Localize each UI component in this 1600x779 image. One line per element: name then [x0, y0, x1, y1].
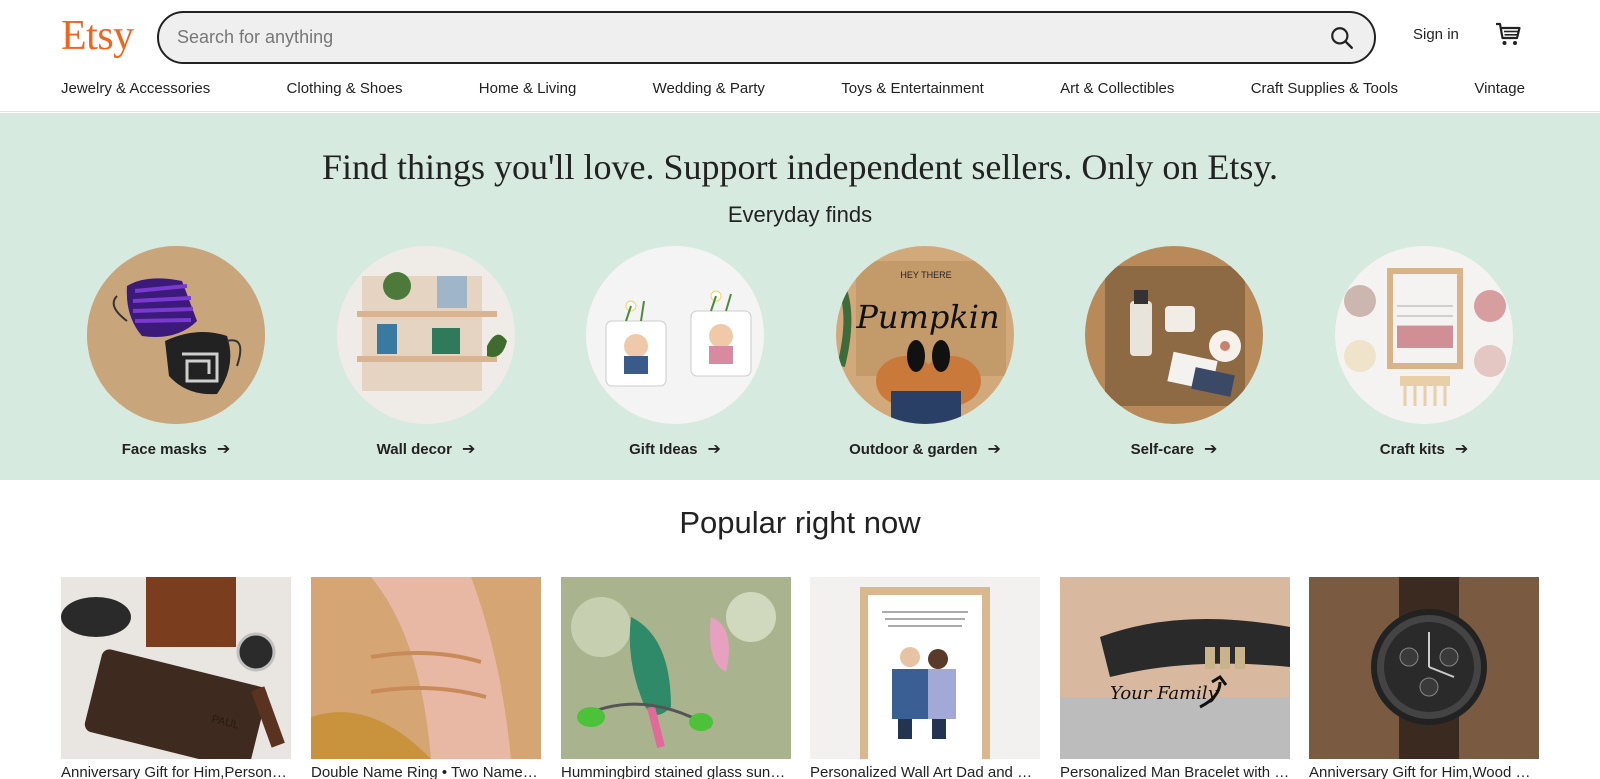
category-label: Gift Ideas: [629, 440, 698, 458]
wall-decor-image: [337, 246, 515, 424]
doormat-top-text: HEY THERE: [900, 270, 951, 280]
category-face-masks[interactable]: Face masks ➔: [86, 246, 266, 459]
hero-banner: Find things you'll love. Support indepen…: [0, 113, 1600, 480]
product-image: [810, 577, 1040, 759]
category-nav: Jewelry & Accessories Clothing & Shoes H…: [61, 80, 1525, 97]
category-self-care[interactable]: Self-care ➔: [1084, 246, 1264, 459]
face-masks-image: [87, 246, 265, 424]
cart-icon: [1496, 22, 1521, 45]
popular-title: Popular right now: [679, 505, 921, 540]
product-title: Hummingbird stained glass suncatcher: [561, 764, 791, 779]
nav-item-toys[interactable]: Toys & Entertainment: [841, 80, 984, 97]
category-label: Self-care: [1130, 440, 1194, 458]
gift-ideas-image: [586, 246, 764, 424]
arrow-right-icon: ➔: [1454, 441, 1469, 458]
arrow-right-icon: ➔: [987, 441, 1001, 458]
category-label: Face masks: [121, 440, 207, 458]
nav-item-home[interactable]: Home & Living: [479, 80, 577, 97]
category-gift-ideas[interactable]: Gift Ideas ➔: [585, 246, 765, 459]
category-wall-decor[interactable]: Wall decor ➔: [336, 246, 516, 459]
search-input[interactable]: [177, 13, 1277, 62]
search-bar[interactable]: [157, 11, 1376, 64]
nav-item-clothing[interactable]: Clothing & Shoes: [287, 80, 403, 97]
nav-item-wedding[interactable]: Wedding & Party: [653, 80, 765, 97]
search-icon: [1331, 27, 1353, 49]
arrow-right-icon: ➔: [707, 441, 721, 458]
product-image: PAUL: [61, 577, 291, 759]
product-image: [561, 577, 791, 759]
everyday-finds: Face masks ➔ Wall decor ➔ Gift Ideas ➔ H…: [0, 246, 1600, 466]
product-card[interactable]: PAUL Anniversary Gift for Him,Personaliz…: [61, 577, 291, 779]
self-care-image: [1085, 246, 1263, 424]
product-image: [1309, 577, 1539, 759]
search-button[interactable]: [1324, 20, 1360, 56]
category-craft-kits[interactable]: Craft kits ➔: [1334, 246, 1514, 459]
site-header: Etsy Sign in Jewelry & Accessories Cloth…: [0, 0, 1600, 112]
doormat-text: Pumpkin: [855, 298, 999, 336]
arrow-right-icon: ➔: [1203, 441, 1218, 458]
product-image: [311, 577, 541, 759]
product-image: Your Family: [1060, 577, 1290, 759]
nav-item-art[interactable]: Art & Collectibles: [1060, 80, 1174, 97]
cart-button[interactable]: [1494, 20, 1526, 52]
product-title: Double Name Ring • Two Name Ring: [311, 764, 541, 779]
product-card[interactable]: Anniversary Gift for Him,Wood Watch: [1309, 577, 1539, 779]
etsy-logo[interactable]: Etsy: [61, 10, 134, 62]
category-outdoor-garden[interactable]: HEY THERE Pumpkin Outdoor & garden ➔: [835, 246, 1015, 459]
craft-kits-image: [1335, 246, 1513, 424]
bracelet-text: Your Family: [1110, 683, 1219, 704]
popular-products: PAUL Anniversary Gift for Him,Personaliz…: [61, 577, 1539, 779]
category-label: Wall decor: [376, 440, 452, 458]
product-card[interactable]: Personalized Wall Art Dad and Daughter: [810, 577, 1040, 779]
arrow-right-icon: ➔: [216, 441, 231, 458]
product-card[interactable]: Double Name Ring • Two Name Ring: [311, 577, 541, 779]
nav-item-craft[interactable]: Craft Supplies & Tools: [1251, 80, 1398, 97]
nav-item-jewelry[interactable]: Jewelry & Accessories: [61, 80, 210, 97]
arrow-right-icon: ➔: [461, 441, 476, 458]
product-card[interactable]: Hummingbird stained glass suncatcher: [561, 577, 791, 779]
outdoor-garden-image: HEY THERE Pumpkin: [836, 246, 1014, 424]
category-label: Craft kits: [1379, 440, 1445, 458]
product-title: Anniversary Gift for Him,Wood Watch: [1309, 764, 1539, 779]
hero-title: Find things you'll love. Support indepen…: [321, 147, 1279, 187]
product-card[interactable]: Your Family Personalized Man Bracelet wi…: [1060, 577, 1290, 779]
product-title: Anniversary Gift for Him,Personalized Wa…: [61, 764, 291, 779]
product-title: Personalized Man Bracelet with Beads: [1060, 764, 1290, 779]
category-label: Outdoor & garden: [849, 440, 978, 458]
sign-in-link[interactable]: Sign in: [1413, 26, 1459, 43]
nav-item-vintage[interactable]: Vintage: [1474, 80, 1525, 97]
product-title: Personalized Wall Art Dad and Daughter: [810, 764, 1040, 779]
hero-subtitle: Everyday finds: [727, 202, 873, 227]
